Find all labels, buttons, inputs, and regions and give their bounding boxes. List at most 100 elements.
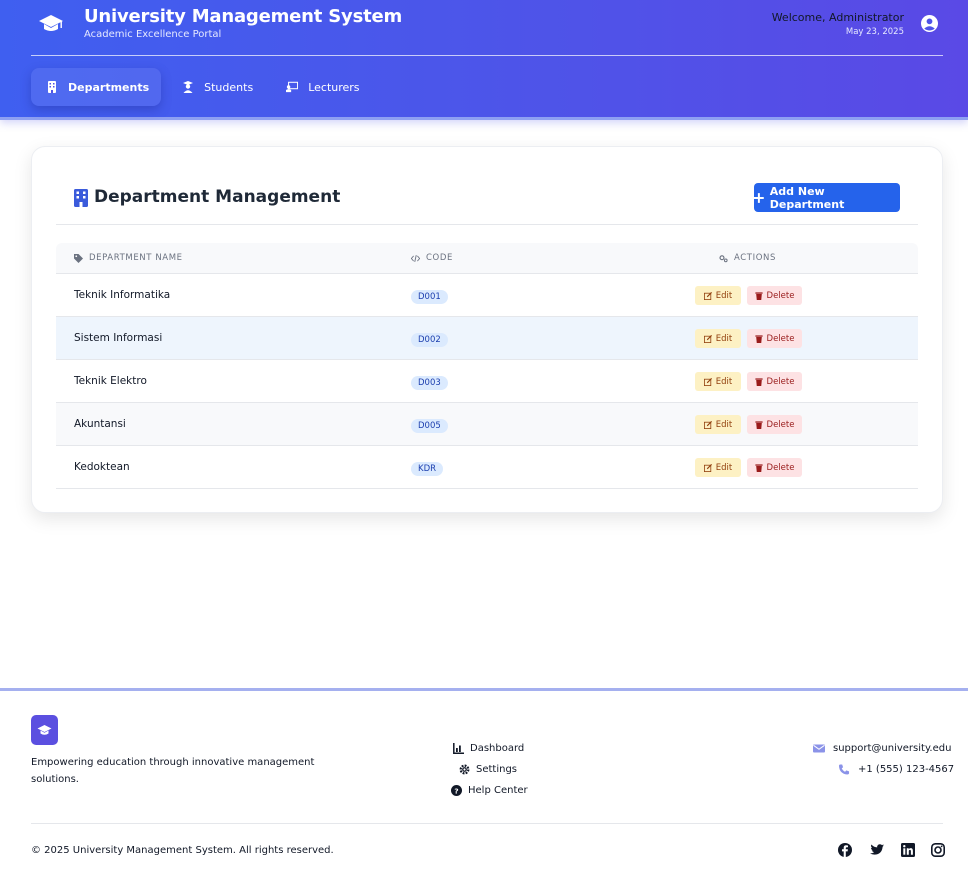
nav-lecturers[interactable]: Lecturers xyxy=(271,68,371,106)
footer-link-dashboard-label: Dashboard xyxy=(470,743,525,754)
footer-link-help-center-label: Help Center xyxy=(468,785,528,796)
footer-phone[interactable]: +1 (555) 123-4567 xyxy=(838,764,954,775)
add-department-label: Add New Department xyxy=(769,184,845,211)
footer-divider xyxy=(31,823,943,824)
current-date: May 23, 2025 xyxy=(845,27,904,37)
linkedin-icon[interactable] xyxy=(901,843,915,857)
edit-icon xyxy=(703,291,712,300)
department-name: Kedoktean xyxy=(74,461,130,473)
footer-link-settings-label: Settings xyxy=(476,764,518,775)
chalkboard-teacher-icon xyxy=(286,81,299,93)
nav-lecturers-label: Lecturers xyxy=(308,80,360,94)
edit-icon xyxy=(703,377,712,386)
department-name: Teknik Elektro xyxy=(74,375,147,387)
edit-icon xyxy=(703,334,712,343)
svg-text:?: ? xyxy=(454,786,458,795)
delete-button[interactable]: Delete xyxy=(747,329,802,348)
edit-button[interactable]: Edit xyxy=(695,415,741,434)
trash-icon xyxy=(754,334,763,343)
department-code: D002 xyxy=(411,333,448,347)
question-circle-icon: ? xyxy=(451,785,462,796)
gear-icon xyxy=(459,764,470,775)
main-nav: Departments Students Lecturers xyxy=(31,68,378,106)
twitter-icon[interactable] xyxy=(870,843,884,857)
welcome-text: Welcome, Administrator xyxy=(771,11,904,24)
trash-icon xyxy=(754,377,763,386)
edit-label: Edit xyxy=(715,333,733,344)
edit-label: Edit xyxy=(715,290,733,301)
delete-label: Delete xyxy=(766,376,795,387)
nav-departments[interactable]: Departments xyxy=(31,68,162,106)
delete-label: Delete xyxy=(766,462,795,473)
header-divider xyxy=(31,55,943,56)
envelope-icon xyxy=(813,744,825,753)
instagram-icon[interactable] xyxy=(931,843,945,857)
phone-icon xyxy=(838,764,850,775)
column-header-code: CODE xyxy=(411,253,453,263)
building-icon xyxy=(48,81,56,93)
delete-label: Delete xyxy=(766,333,795,344)
table-row: Teknik Informatika D001 Edit Delete xyxy=(56,274,918,317)
code-icon xyxy=(411,254,420,262)
footer-tagline: Empowering education through innovative … xyxy=(31,757,315,785)
facebook-icon[interactable] xyxy=(838,843,852,857)
column-header-name: DEPARTMENT NAME xyxy=(74,253,183,263)
delete-label: Delete xyxy=(766,290,795,301)
department-code: D005 xyxy=(411,419,448,433)
column-header-actions: ACTIONS xyxy=(719,253,776,263)
edit-button[interactable]: Edit xyxy=(695,286,741,305)
edit-label: Edit xyxy=(715,419,733,430)
footer-top-border xyxy=(0,688,968,691)
footer-email[interactable]: support@university.edu xyxy=(813,743,951,754)
tag-icon xyxy=(74,253,83,263)
app-subtitle: Academic Excellence Portal xyxy=(84,29,222,40)
add-department-button[interactable]: Add New Department xyxy=(754,183,900,212)
app-title: University Management System xyxy=(84,6,403,27)
department-card: Department Management Add New Department… xyxy=(31,146,943,513)
edit-button[interactable]: Edit xyxy=(695,458,741,477)
building-icon xyxy=(74,189,88,207)
table-row: Teknik Elektro D003 Edit Delete xyxy=(56,360,918,403)
footer-link-settings[interactable]: Settings xyxy=(459,764,517,775)
trash-icon xyxy=(754,463,763,472)
delete-button[interactable]: Delete xyxy=(747,415,802,434)
chart-icon xyxy=(453,743,464,754)
user-circle-icon[interactable] xyxy=(921,15,938,32)
page-title: Department Management xyxy=(94,187,341,207)
table-row: Akuntansi D005 Edit Delete xyxy=(56,403,918,446)
nav-departments-label: Departments xyxy=(68,80,150,94)
edit-label: Edit xyxy=(715,462,733,473)
nav-students[interactable]: Students xyxy=(167,68,265,106)
app-header: University Management System Academic Ex… xyxy=(0,0,968,120)
column-header-actions-label: ACTIONS xyxy=(734,253,776,263)
delete-button[interactable]: Delete xyxy=(747,458,802,477)
card-header: Department Management Add New Department xyxy=(56,183,918,225)
edit-button[interactable]: Edit xyxy=(695,372,741,391)
column-header-name-label: DEPARTMENT NAME xyxy=(89,253,183,263)
table-header: DEPARTMENT NAME CODE ACTIONS xyxy=(56,243,918,274)
footer-link-dashboard[interactable]: Dashboard xyxy=(453,743,524,754)
delete-label: Delete xyxy=(766,419,795,430)
copyright-text: © 2025 University Management System. All… xyxy=(31,845,334,856)
edit-button[interactable]: Edit xyxy=(695,329,741,348)
edit-icon xyxy=(703,420,712,429)
department-table: DEPARTMENT NAME CODE ACTIONS Teknik Info… xyxy=(56,243,918,489)
footer-link-help-center[interactable]: ? Help Center xyxy=(451,785,528,796)
cogs-icon xyxy=(719,254,728,262)
edit-icon xyxy=(703,463,712,472)
department-name: Teknik Informatika xyxy=(74,289,171,301)
graduation-cap-icon xyxy=(37,725,52,735)
department-code: KDR xyxy=(411,462,444,476)
footer-phone-text: +1 (555) 123-4567 xyxy=(858,764,955,775)
delete-button[interactable]: Delete xyxy=(747,372,802,391)
column-header-code-label: CODE xyxy=(426,253,453,263)
nav-students-label: Students xyxy=(204,80,254,94)
delete-button[interactable]: Delete xyxy=(747,286,802,305)
trash-icon xyxy=(754,291,763,300)
department-code: D003 xyxy=(411,376,448,390)
trash-icon xyxy=(754,420,763,429)
graduation-cap-icon xyxy=(39,15,63,31)
plus-icon xyxy=(754,192,764,203)
table-row: Kedoktean KDR Edit Delete xyxy=(56,446,918,489)
graduate-icon xyxy=(183,81,194,93)
